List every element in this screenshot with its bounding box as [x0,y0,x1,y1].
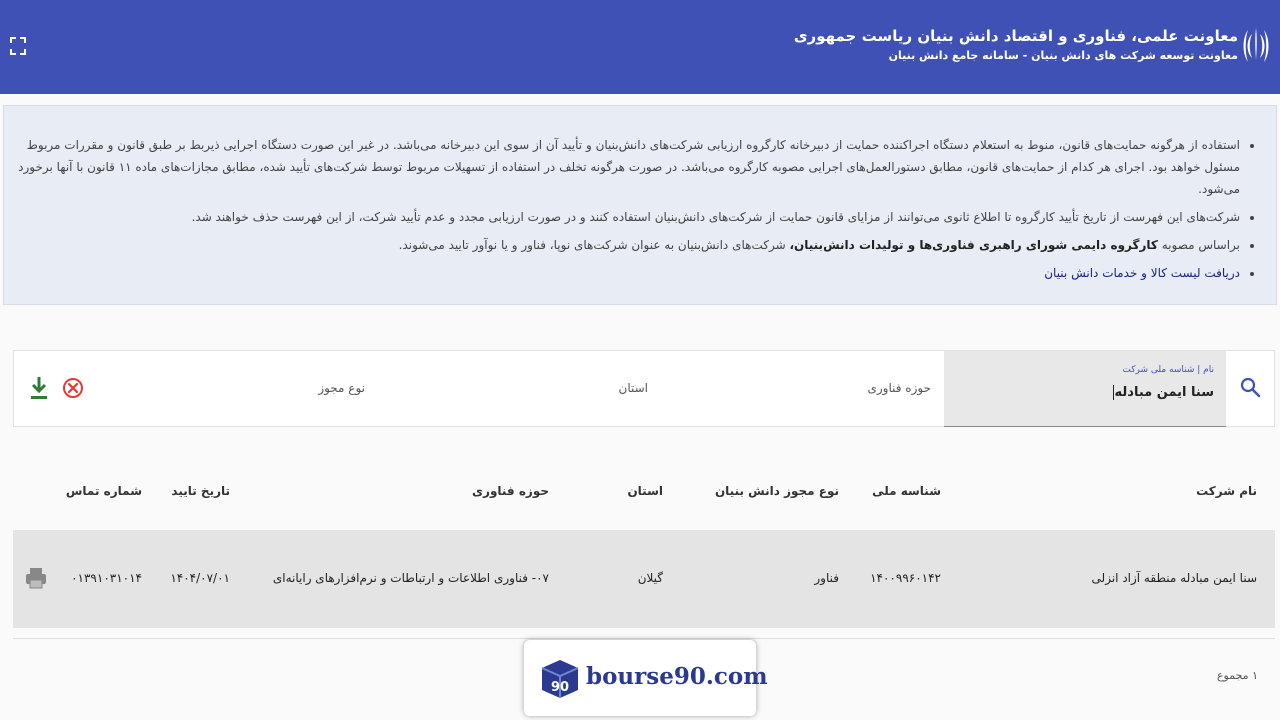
notice-list: استفاده از هرگونه حمایت‌های قانون، منوط … [4,106,1276,284]
notice-text: شرکت‌های دانش‌بنیان به عنوان شرکت‌های نو… [398,238,786,252]
tech-field-filter[interactable]: حوزه فناوری [867,381,931,395]
license-type-filter[interactable]: نوع مجوز [318,381,365,395]
notice-item: براساس مصوبه کارگروه دایمی شورای راهبری … [16,234,1240,256]
column-header-province: استان [627,484,663,498]
notice-item: استفاده از هرگونه حمایت‌های قانون، منوط … [16,134,1240,200]
notice-panel: استفاده از هرگونه حمایت‌های قانون، منوط … [3,105,1277,305]
watermark-text: bourse90.com [586,663,768,690]
column-header-company: نام شرکت [1196,484,1257,498]
search-icon[interactable] [1238,375,1262,399]
cell-license: فناور [814,571,839,585]
iran-emblem-icon [1243,28,1269,62]
column-header-license: نوع مجوز دانش بنیان [714,484,839,498]
cell-date: ۱۴۰۴/۰۷/۰۱ [170,571,230,585]
table-row[interactable]: سنا ایمن مبادله منطقه آزاد انزلی ۱۴۰۰۹۹۶… [13,530,1275,628]
header-title: معاونت علمی، فناوری و اقتصاد دانش بنیان … [793,27,1238,45]
company-search-value: سنا ایمن مبادله [1112,385,1214,400]
logo-text: 90 [551,680,569,695]
notice-item: شرکت‌های این فهرست از تاریخ تأیید کارگرو… [16,206,1240,228]
company-search-label: نام | شناسه ملی شرکت [1122,365,1214,375]
province-filter[interactable]: استان [619,381,648,395]
notice-bold-text: کارگروه دایمی شورای راهبری فناوری‌ها و ت… [789,238,1158,252]
header-subtitle: معاونت توسعه شرکت های دانش بنیان - سامان… [888,49,1238,62]
cell-province: گیلان [637,571,663,585]
fullscreen-icon[interactable] [10,37,26,55]
cell-field: ۰۷- فناوری اطلاعات و ارتباطات و نرم‌افزا… [272,571,549,585]
bourse90-logo-icon: 90 [541,660,579,698]
cell-phone: ۰۱۳۹۱۰۳۱۰۱۴ [71,571,142,585]
app-header: معاونت علمی، فناوری و اقتصاد دانش بنیان … [0,0,1280,94]
watermark: 90 bourse90.com [524,640,768,716]
download-products-link[interactable]: دریافت لیست کالا و خدمات دانش بنیان [1044,266,1240,280]
column-header-date: تاریخ تایید [171,484,230,498]
column-header-national-id: شناسه ملی [872,484,941,498]
download-icon[interactable] [28,375,50,401]
notice-text: براساس مصوبه [1161,238,1240,252]
table-header: نام شرکت شناسه ملی نوع مجوز دانش بنیان ا… [13,470,1275,520]
clear-filters-icon[interactable] [62,377,84,399]
total-count: ۱ مجموع [1216,669,1258,682]
table-divider [13,638,1275,639]
column-header-phone: شماره تماس [65,484,142,498]
cell-national-id: ۱۴۰۰۹۹۶۰۱۴۲ [870,571,941,585]
search-bar: نام | شناسه ملی شرکت سنا ایمن مبادله حوز… [13,350,1275,427]
cell-company: سنا ایمن مبادله منطقه آزاد انزلی [1091,571,1257,585]
column-header-field: حوزه فناوری [472,484,549,498]
company-search-input[interactable]: نام | شناسه ملی شرکت سنا ایمن مبادله [944,351,1226,427]
notice-item: دریافت لیست کالا و خدمات دانش بنیان [16,262,1240,284]
header-titles: معاونت علمی، فناوری و اقتصاد دانش بنیان … [794,26,1238,66]
print-icon[interactable] [25,566,47,590]
